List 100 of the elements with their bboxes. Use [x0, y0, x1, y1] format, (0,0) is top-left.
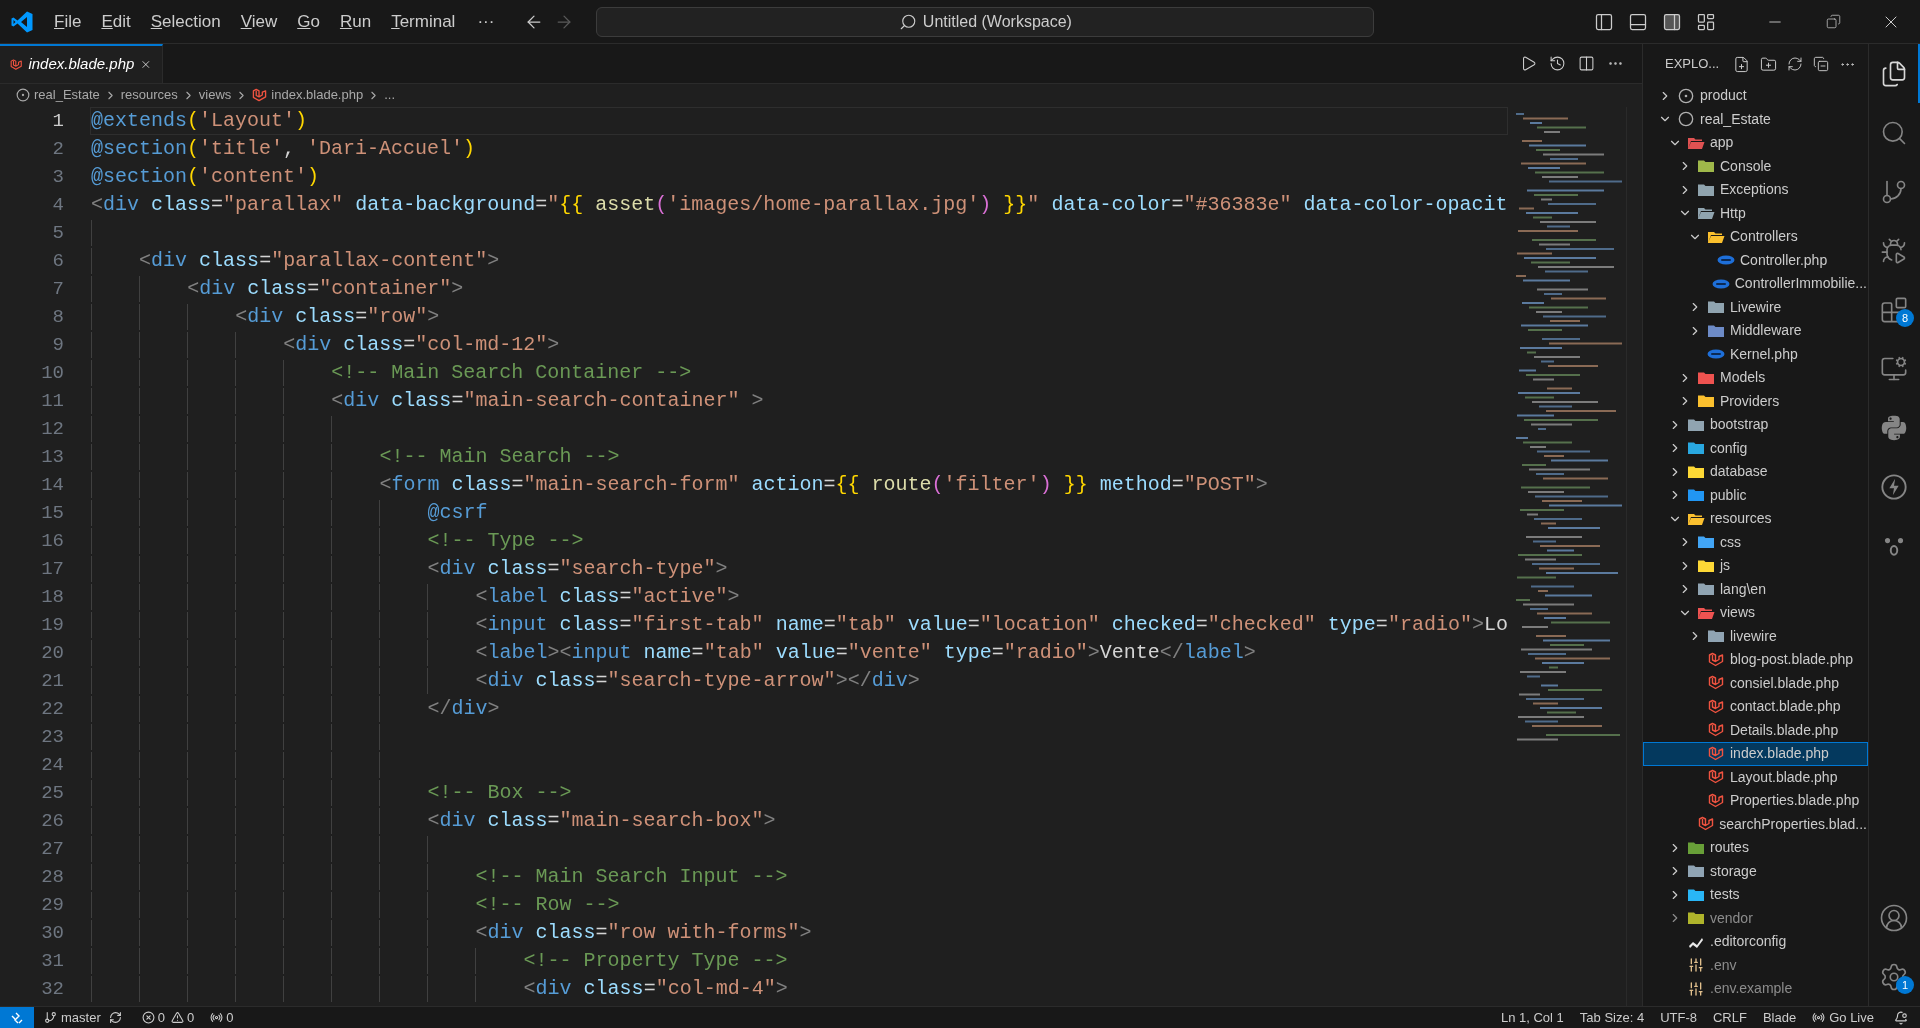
- error-icon: [141, 1011, 155, 1024]
- tree-item[interactable]: lang\en: [1643, 577, 1868, 601]
- tree-item[interactable]: .env: [1643, 953, 1868, 977]
- tree-item[interactable]: css: [1643, 530, 1868, 554]
- blade-file-icon: [10, 56, 23, 73]
- tree-item[interactable]: Controller.php: [1643, 248, 1868, 272]
- tree-item[interactable]: livewire: [1643, 624, 1868, 648]
- toggle-panel-icon[interactable]: [1628, 11, 1648, 32]
- status-item[interactable]: UTF-8: [1652, 1007, 1705, 1028]
- go-live-button[interactable]: Go Live: [1804, 1007, 1882, 1028]
- tree-item[interactable]: .editorconfig: [1643, 930, 1868, 954]
- tree-item[interactable]: contact.blade.php: [1643, 695, 1868, 719]
- extensions-icon[interactable]: [1879, 295, 1908, 324]
- broadcast-icon: [1812, 1011, 1826, 1024]
- tree-item[interactable]: Models: [1643, 366, 1868, 390]
- tree-item[interactable]: app: [1643, 131, 1868, 155]
- problems-status[interactable]: 0 0: [141, 1007, 195, 1028]
- line-number: 20: [41, 640, 64, 666]
- restore-icon[interactable]: [1825, 14, 1841, 29]
- menu-item[interactable]: Terminal: [381, 8, 466, 35]
- tree-item[interactable]: Details.blade.php: [1643, 718, 1868, 742]
- collapse-all-icon[interactable]: [1813, 56, 1830, 72]
- lightning-icon[interactable]: [1879, 472, 1908, 501]
- ports-status[interactable]: 0: [210, 1007, 234, 1028]
- tree-item[interactable]: Exceptions: [1643, 178, 1868, 202]
- tree-item[interactable]: Middleware: [1643, 319, 1868, 343]
- notifications-icon[interactable]: [1894, 1010, 1908, 1025]
- code-line: @section('content'): [91, 164, 320, 190]
- tree-item[interactable]: js: [1643, 554, 1868, 578]
- tree-item[interactable]: vendor: [1643, 906, 1868, 930]
- remote-button[interactable]: [0, 1007, 34, 1028]
- line-number: 25: [41, 780, 64, 806]
- tree-item[interactable]: .env.example: [1643, 977, 1868, 1001]
- status-item[interactable]: CRLF: [1705, 1007, 1755, 1028]
- code-line: <label><input name="tab" value="vente" type="radio">Vente</label>: [474, 640, 1256, 666]
- remote-explorer-icon[interactable]: [1879, 354, 1908, 383]
- split-editor-icon[interactable]: [1578, 55, 1595, 72]
- tree-item[interactable]: resources: [1643, 507, 1868, 531]
- branch-status[interactable]: master: [44, 1007, 101, 1028]
- menu-item[interactable]: Run: [329, 8, 382, 35]
- code-line: <div class="row">: [234, 304, 440, 330]
- breadcrumb-item[interactable]: ...: [384, 85, 395, 105]
- new-file-icon[interactable]: [1733, 55, 1751, 73]
- timeline-icon[interactable]: [1549, 55, 1566, 72]
- account-icon[interactable]: [1878, 902, 1909, 933]
- tree-item[interactable]: Livewire: [1643, 295, 1868, 319]
- menu-item[interactable]: Go: [287, 8, 330, 35]
- more-menu[interactable]: ···: [465, 8, 507, 35]
- editor-tab[interactable]: index.blade.php: [0, 44, 163, 83]
- status-item[interactable]: Ln 1, Col 1: [1492, 1007, 1572, 1028]
- run-debug-icon[interactable]: [1879, 236, 1908, 265]
- run-icon[interactable]: [1520, 55, 1537, 72]
- breadcrumb-item[interactable]: resources: [120, 85, 178, 105]
- tree-item[interactable]: Kernel.php: [1643, 342, 1868, 366]
- blade-file-icon: [1708, 675, 1724, 692]
- menu-item[interactable]: Edit: [91, 8, 141, 35]
- toggle-secondary-sidebar-icon[interactable]: [1662, 11, 1682, 32]
- new-folder-icon[interactable]: [1760, 55, 1778, 73]
- tree-item[interactable]: storage: [1643, 859, 1868, 883]
- refresh-icon[interactable]: [1787, 56, 1804, 72]
- tree-item[interactable]: database: [1643, 460, 1868, 484]
- customize-layout-icon[interactable]: [1696, 11, 1716, 32]
- status-item[interactable]: Tab Size: 4: [1571, 1007, 1653, 1028]
- code-line: <form class="main-search-form" action={{ route('filter') }} method="POST">: [378, 472, 1268, 498]
- tree-item[interactable]: Layout.blade.php: [1643, 765, 1868, 789]
- menu-item[interactable]: View: [230, 8, 288, 35]
- tree-item[interactable]: searchProperties.blad...: [1643, 812, 1868, 836]
- tree-item[interactable]: ControllerImmobilie...: [1643, 272, 1868, 296]
- breadcrumb-item[interactable]: index.blade.php: [271, 85, 364, 105]
- menu-item[interactable]: Selection: [140, 8, 231, 35]
- tree-item[interactable]: public: [1643, 483, 1868, 507]
- line-number: 10: [41, 360, 64, 386]
- tree-item[interactable]: Properties.blade.php: [1643, 789, 1868, 813]
- tab-title: index.blade.php: [28, 54, 135, 75]
- tree-item[interactable]: Controllers: [1643, 225, 1868, 249]
- tree-item[interactable]: Providers: [1643, 389, 1868, 413]
- tree-item[interactable]: blog-post.blade.php: [1643, 648, 1868, 672]
- tree-item[interactable]: consiel.blade.php: [1643, 671, 1868, 695]
- tree-item[interactable]: config: [1643, 436, 1868, 460]
- status-item[interactable]: Blade: [1754, 1007, 1805, 1028]
- breadcrumb-item[interactable]: real_Estate: [34, 85, 100, 105]
- tree-item[interactable]: tests: [1643, 883, 1868, 907]
- code-line: <div class="search-type-arrow"></div>: [474, 668, 920, 694]
- tree-item[interactable]: bootstrap: [1643, 413, 1868, 437]
- toggle-sidebar-icon[interactable]: [1594, 11, 1614, 32]
- python-icon[interactable]: [1879, 413, 1908, 442]
- breadcrumb-item[interactable]: views: [198, 85, 232, 105]
- command-center[interactable]: Untitled (Workspace): [596, 6, 1375, 37]
- line-number: 13: [41, 444, 64, 470]
- tree-item[interactable]: Console: [1643, 154, 1868, 178]
- tree-item[interactable]: real_Estate: [1643, 107, 1868, 131]
- tree-item[interactable]: index.blade.php: [1643, 742, 1868, 766]
- tree-item[interactable]: views: [1643, 601, 1868, 625]
- tree-item[interactable]: product: [1643, 84, 1868, 108]
- sync-icon[interactable]: [108, 1011, 122, 1024]
- tree-item[interactable]: routes: [1643, 836, 1868, 860]
- line-number: 29: [41, 892, 64, 918]
- tree-item[interactable]: Http: [1643, 201, 1868, 225]
- workspace-title: Untitled (Workspace): [922, 11, 1072, 32]
- menu-item[interactable]: File: [44, 8, 92, 35]
